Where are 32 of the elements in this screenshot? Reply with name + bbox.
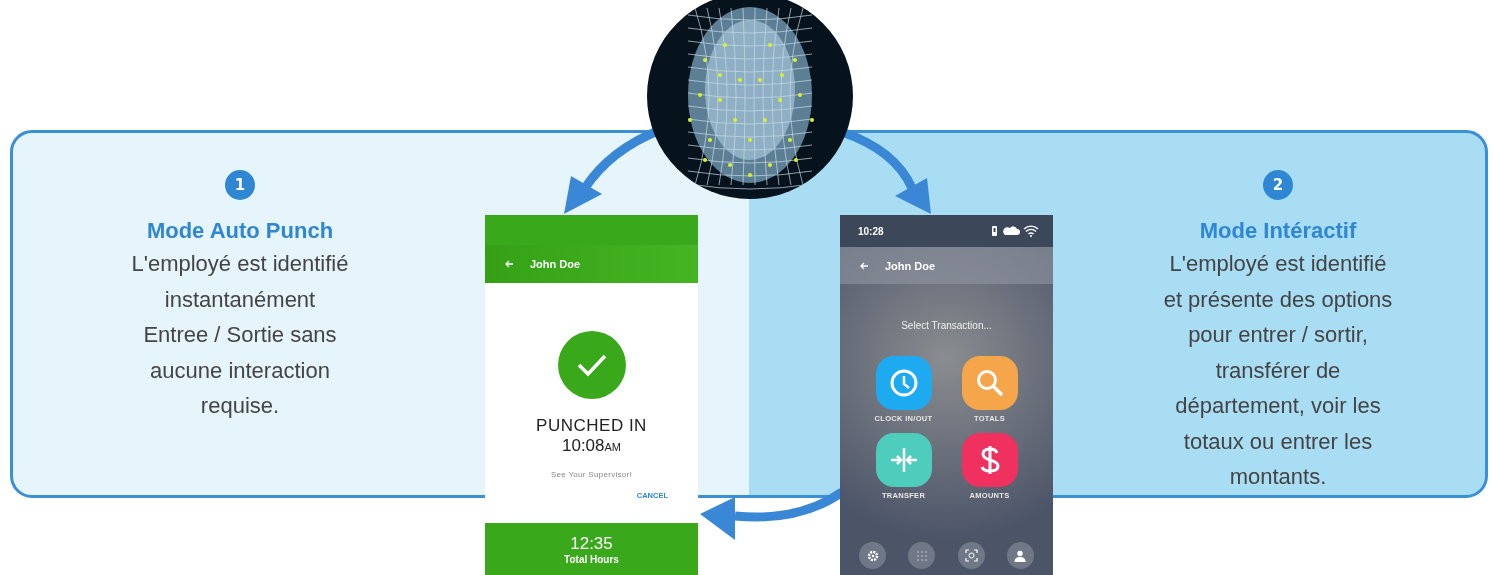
- check-icon: [575, 353, 608, 377]
- employee-name: John Doe: [885, 259, 936, 272]
- supervisor-message: See Your Supervisor!: [550, 470, 633, 479]
- nav-button[interactable]: [1006, 542, 1034, 569]
- back-arrow-icon[interactable]: [505, 260, 514, 268]
- time-meridiem: AM: [604, 441, 621, 453]
- punch-status: PUNCHED IN: [536, 416, 647, 436]
- search-icon: [974, 368, 1005, 398]
- mode-description: L'employé est identifié et présente des options pour entrer / sortir, transférer de département, voir les totaux ou entrer les montants.: [1163, 250, 1393, 491]
- total-hours-value: 12:35: [570, 533, 613, 554]
- transaction-tile[interactable]: [961, 356, 1018, 410]
- keypad-icon: [915, 549, 928, 562]
- clock-icon: [888, 368, 919, 398]
- mode-title: Mode Auto Punch: [146, 218, 334, 244]
- total-hours-label: Total Hours: [564, 553, 619, 565]
- face-scan-icon: [964, 549, 978, 562]
- status-icons-drawing: [991, 225, 1039, 237]
- mode-title: Mode Intéractif: [1199, 218, 1357, 244]
- transaction-tile[interactable]: [961, 433, 1018, 487]
- employee-name: John Doe: [530, 258, 581, 270]
- nav-button[interactable]: [859, 542, 887, 569]
- transaction-prompt: Select Transaction...: [900, 320, 993, 331]
- punch-time: 10:08: [561, 436, 605, 456]
- user-icon: [1014, 549, 1027, 562]
- settings-icon: [866, 549, 879, 562]
- transfer-icon: [888, 445, 919, 475]
- nav-button[interactable]: [957, 542, 985, 569]
- back-arrow-icon[interactable]: [860, 261, 869, 270]
- mode-description: L'employé est identifié instantanément Entree / Sortie sans aucune interaction requise.: [131, 250, 349, 420]
- status-time: 10:28: [858, 225, 884, 237]
- transaction-tile[interactable]: [875, 433, 932, 487]
- transaction-tile[interactable]: [875, 356, 932, 410]
